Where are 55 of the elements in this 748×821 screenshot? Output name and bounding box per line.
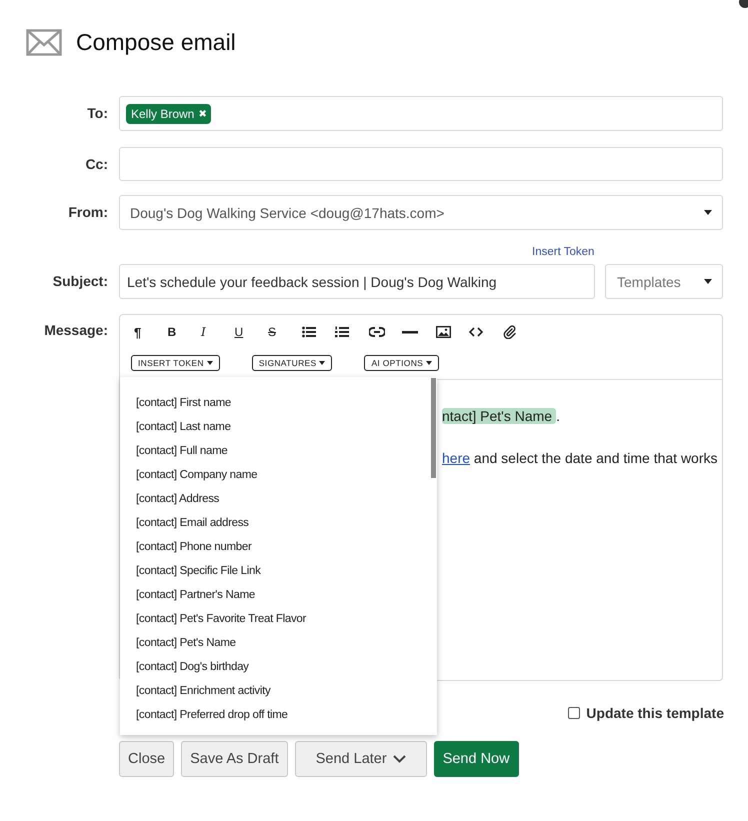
editor-menu-button[interactable]: AI OPTIONS	[364, 355, 440, 371]
window-title: Compose email	[76, 28, 236, 56]
numbered-list-icon[interactable]	[332, 326, 352, 338]
caret-icon	[704, 210, 712, 215]
checkbox-label: Update this template	[586, 705, 724, 721]
token-menu-item[interactable]: [contact] Phone number	[120, 535, 437, 559]
underline-button[interactable]: U	[232, 325, 246, 339]
token-menu-item[interactable]: [contact] Specific File Link	[120, 559, 437, 583]
token-menu-item[interactable]: [contact] Preferred drop off time	[120, 703, 437, 727]
token-menu-item[interactable]: [contact] Email address	[120, 511, 437, 535]
save-draft-button[interactable]: Save As Draft	[181, 741, 288, 777]
token-menu-item[interactable]: [contact] Full name	[120, 439, 437, 463]
token-menu-item[interactable]: [contact] Dog's birthday	[120, 655, 437, 679]
editor-menu-button[interactable]: SIGNATURES	[252, 355, 332, 371]
field-label: Cc:	[84, 155, 108, 172]
close-button[interactable]: Close	[119, 741, 174, 777]
field-label: From:	[67, 203, 108, 220]
field-label: To:	[86, 104, 108, 121]
caret-icon	[319, 361, 326, 365]
code-icon[interactable]	[466, 327, 486, 337]
to-field[interactable]: Kelly Brown ✖	[119, 96, 723, 131]
caret-icon	[426, 361, 432, 365]
token-chip: ntact] Pet's Name	[442, 408, 556, 424]
message-text: .	[556, 408, 560, 424]
templates-dropdown[interactable]: Templates	[605, 264, 723, 299]
subject-field[interactable]: Let's schedule your feedback session | Doug's Dog Walking	[119, 264, 595, 299]
cc-field[interactable]	[119, 147, 723, 181]
message-text: and select the date and time that works	[472, 450, 718, 466]
paragraph-button[interactable]: ¶	[131, 324, 144, 340]
horizontal-rule-icon[interactable]	[399, 330, 421, 334]
send-later-button[interactable]: Send Later	[294, 741, 427, 777]
checkbox[interactable]	[568, 707, 580, 719]
token-menu-item[interactable]: [contact] Pet's Favorite Treat Flavor	[120, 607, 437, 631]
envelope-icon	[26, 28, 62, 56]
insert-token-link[interactable]: Insert Token	[532, 245, 594, 259]
from-dropdown[interactable]: Doug's Dog Walking Service <doug@17hats.com>	[119, 195, 723, 230]
field-label: Message:	[43, 321, 108, 338]
token-menu-item[interactable]: [contact] First name	[120, 391, 437, 415]
token-menu-item[interactable]: [contact] Last name	[120, 415, 437, 439]
strikethrough-button[interactable]: S	[265, 325, 280, 339]
token-menu-item[interactable]: [contact] Address	[120, 487, 437, 511]
caret-icon	[704, 279, 712, 284]
chevron-down-icon	[392, 755, 406, 763]
link[interactable]: here	[442, 450, 470, 466]
send-now-button[interactable]: Send Now	[434, 741, 519, 777]
token-menu-item[interactable]: [contact] Enrichment activity	[120, 679, 437, 703]
caret-icon	[206, 361, 213, 365]
field-label: Subject:	[52, 272, 108, 289]
editor-menu-button[interactable]: INSERT TOKEN	[131, 355, 220, 371]
token-menu-item[interactable]: [contact] Partner's Name	[120, 583, 437, 607]
italic-button[interactable]: I	[198, 325, 209, 339]
bold-button[interactable]: B	[164, 325, 180, 339]
token-menu-item[interactable]: [contact] Company name	[120, 463, 437, 487]
recipient-chip[interactable]: Kelly Brown ✖	[126, 104, 212, 124]
token-menu-item[interactable]: [contact] Pet's Name	[120, 631, 437, 655]
